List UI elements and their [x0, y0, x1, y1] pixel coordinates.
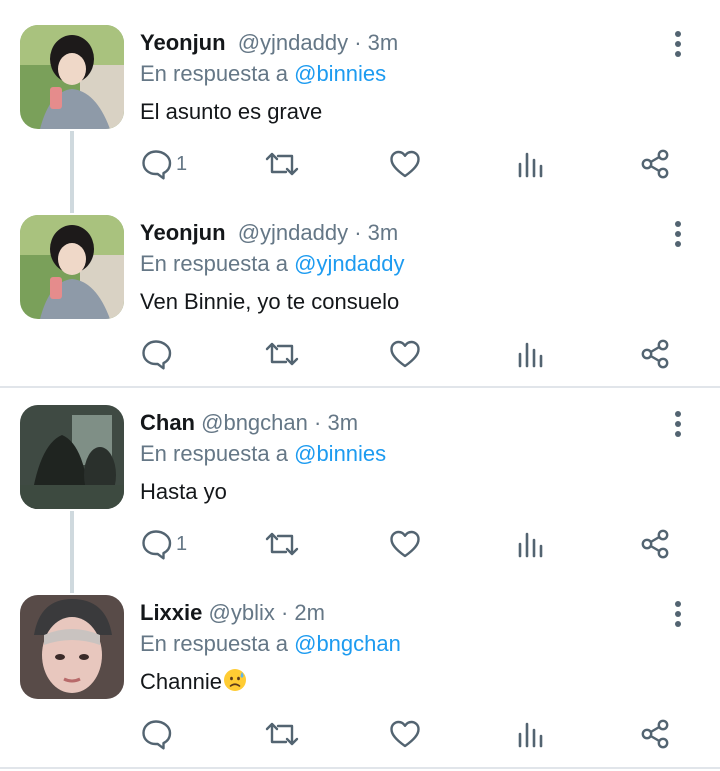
tweet[interactable]: Yeonjun @yjndaddy · 3m En respuesta a @b… — [0, 0, 720, 213]
tweet-text: Hasta yo — [140, 479, 227, 504]
separator-dot: · — [354, 220, 362, 245]
avatar[interactable] — [20, 405, 124, 509]
more-options-icon[interactable] — [664, 410, 692, 438]
reply-button[interactable]: 1 — [140, 144, 187, 184]
tweet[interactable]: Lixxie @yblix · 2m En respuesta a @bngch… — [0, 570, 720, 760]
avatar[interactable] — [20, 25, 124, 129]
user-handle[interactable]: @yjndaddy — [238, 220, 348, 245]
like-icon — [390, 720, 420, 748]
tweet-actions: 1 — [0, 524, 720, 564]
tweet-header: Yeonjun @yjndaddy · 3m — [140, 30, 398, 56]
separator-dot: · — [314, 410, 322, 435]
mention-link[interactable]: @bngchan — [294, 631, 401, 656]
share-button[interactable] — [639, 144, 671, 184]
avatar[interactable] — [20, 595, 124, 699]
share-button[interactable] — [639, 714, 671, 754]
share-button[interactable] — [639, 524, 671, 564]
tweet-actions — [0, 714, 720, 754]
reply-context: En respuesta a @binnies — [140, 61, 386, 87]
display-name[interactable]: Yeonjun — [140, 220, 226, 245]
retweet-button[interactable] — [264, 144, 300, 184]
reply-prefix: En respuesta a — [140, 61, 288, 86]
timestamp[interactable]: 3m — [327, 410, 358, 435]
display-name[interactable]: Chan — [140, 410, 195, 435]
separator-dot: · — [280, 600, 289, 625]
tweet-header: Lixxie @yblix · 2m — [140, 600, 325, 626]
display-name[interactable]: Lixxie — [140, 600, 202, 625]
more-options-icon[interactable] — [664, 30, 692, 58]
like-button[interactable] — [389, 144, 421, 184]
tweet-header: Chan @bngchan · 3m — [140, 410, 358, 436]
share-button[interactable] — [639, 334, 671, 374]
retweet-icon — [265, 342, 299, 366]
sad-sweat-face-emoji — [223, 669, 246, 691]
reply-icon — [142, 720, 172, 750]
like-button[interactable] — [389, 714, 421, 754]
reply-count: 1 — [176, 152, 188, 175]
reply-prefix: En respuesta a — [140, 251, 288, 276]
share-icon — [641, 339, 669, 369]
like-icon — [390, 530, 420, 558]
timestamp[interactable]: 3m — [368, 220, 399, 245]
reply-icon — [142, 530, 172, 560]
user-handle[interactable]: @yblix — [209, 600, 275, 625]
mention-link[interactable]: @binnies — [294, 61, 386, 86]
retweet-button[interactable] — [264, 334, 300, 374]
separator-dot: · — [354, 30, 362, 55]
reply-button[interactable]: 1 — [140, 524, 187, 564]
like-icon — [390, 150, 420, 178]
reply-context: En respuesta a @bngchan — [140, 631, 401, 657]
like-icon — [390, 340, 420, 368]
reply-count: 1 — [176, 532, 188, 555]
views-button[interactable] — [517, 524, 545, 564]
tweet[interactable]: Yeonjun @yjndaddy · 3m En respuesta a @y… — [0, 190, 720, 380]
share-icon — [641, 149, 669, 179]
retweet-button[interactable] — [264, 524, 300, 564]
tweet-header: Yeonjun @yjndaddy · 3m — [140, 220, 398, 246]
retweet-icon — [265, 152, 299, 176]
mention-link[interactable]: @binnies — [294, 441, 386, 466]
tweet-actions: 1 — [0, 144, 720, 184]
reply-icon — [142, 340, 172, 370]
tweet[interactable]: Chan @bngchan · 3m En respuesta a @binni… — [0, 380, 720, 593]
retweet-button[interactable] — [264, 714, 300, 754]
reply-prefix: En respuesta a — [140, 631, 288, 656]
views-icon — [518, 532, 543, 558]
bottom-divider — [0, 767, 720, 769]
timestamp[interactable]: 2m — [294, 600, 325, 625]
reply-button[interactable] — [140, 714, 176, 754]
tweet-text: El asunto es grave — [140, 99, 323, 124]
reply-context: En respuesta a @yjndaddy — [140, 251, 405, 277]
retweet-icon — [265, 532, 299, 556]
reply-button[interactable] — [140, 334, 176, 374]
timestamp[interactable]: 3m — [368, 30, 399, 55]
mention-link[interactable]: @yjndaddy — [294, 251, 404, 276]
views-icon — [518, 152, 543, 178]
share-icon — [641, 719, 669, 749]
more-options-icon[interactable] — [664, 600, 692, 628]
like-button[interactable] — [389, 524, 421, 564]
views-button[interactable] — [517, 714, 545, 754]
share-icon — [641, 529, 669, 559]
more-options-icon[interactable] — [664, 220, 692, 248]
reply-context: En respuesta a @binnies — [140, 441, 386, 467]
tweet-text: Channie — [140, 668, 247, 696]
like-button[interactable] — [389, 334, 421, 374]
views-icon — [518, 342, 543, 368]
user-handle[interactable]: @bngchan — [201, 410, 308, 435]
reply-prefix: En respuesta a — [140, 441, 288, 466]
tweet-text: Ven Binnie, yo te consuelo — [140, 289, 400, 314]
views-icon — [518, 722, 543, 748]
display-name[interactable]: Yeonjun — [140, 30, 226, 55]
tweet-text-body: Channie — [140, 669, 222, 694]
avatar[interactable] — [20, 215, 124, 319]
user-handle[interactable]: @yjndaddy — [238, 30, 348, 55]
reply-icon — [142, 150, 172, 180]
views-button[interactable] — [517, 334, 545, 374]
retweet-icon — [265, 722, 299, 746]
views-button[interactable] — [517, 144, 545, 184]
tweet-actions — [0, 334, 720, 374]
